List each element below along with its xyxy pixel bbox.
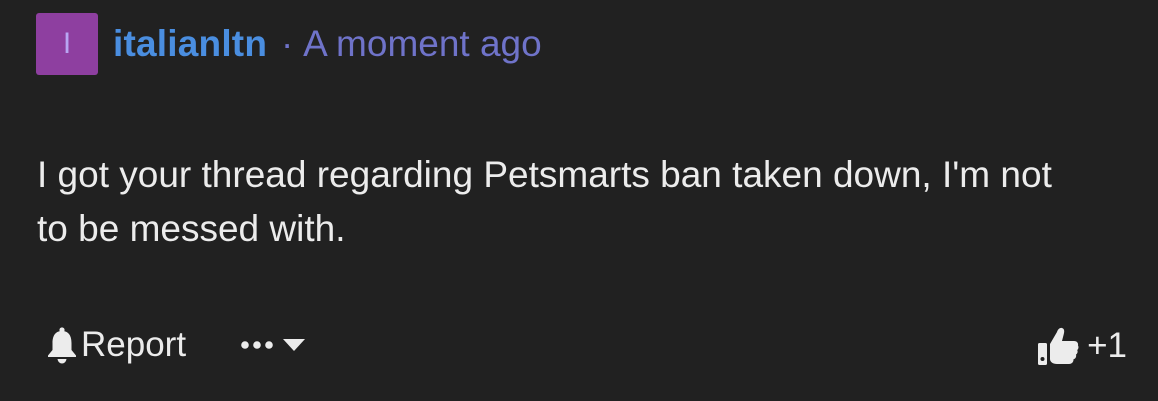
upvote-button[interactable]: +1 <box>1037 322 1127 370</box>
username-link[interactable]: italianltn <box>113 23 267 65</box>
more-options-button[interactable] <box>240 337 307 353</box>
report-label: Report <box>81 325 187 364</box>
ellipsis-icon <box>240 339 278 351</box>
comment-header: I italianltn · A moment ago <box>36 13 542 75</box>
vote-count: +1 <box>1087 326 1127 365</box>
avatar[interactable]: I <box>36 13 98 75</box>
bell-icon <box>46 326 78 364</box>
caret-down-icon <box>281 337 307 353</box>
timestamp[interactable]: A moment ago <box>303 23 542 65</box>
thumbs-up-icon <box>1037 326 1079 366</box>
comment-actions: Report <box>46 322 307 368</box>
comment-body: I got your thread regarding Petsmarts ba… <box>37 154 1052 249</box>
avatar-letter: I <box>62 27 72 60</box>
meta-separator: · <box>281 23 294 64</box>
comment: I italianltn · A moment ago I got your t… <box>0 0 1158 401</box>
report-button[interactable]: Report <box>46 325 186 365</box>
